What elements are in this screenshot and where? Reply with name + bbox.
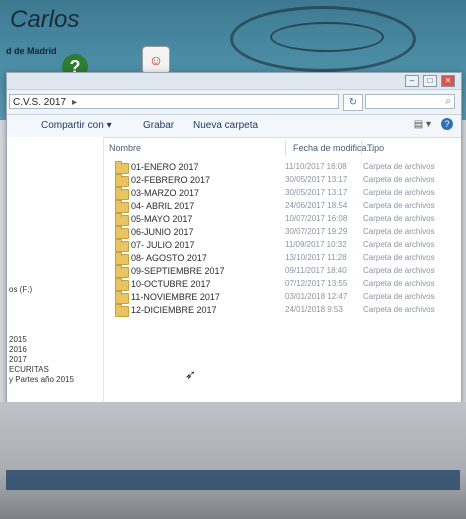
file-type: Carpeta de archivos [363,279,435,288]
folder-icon [115,252,129,265]
nav-item[interactable]: 2016 [9,345,27,354]
help-icon[interactable]: ? [441,118,453,130]
file-name: 03-MARZO 2017 [131,188,200,198]
file-type: Carpeta de archivos [363,253,435,262]
file-date: 10/07/2017 16:08 [285,214,348,223]
folder-icon [115,278,129,291]
file-type: Carpeta de archivos [363,201,435,210]
file-name: 11-NOVIEMBRE 2017 [131,292,220,302]
monitor-bezel [0,402,466,519]
file-row[interactable]: 01-ENERO 2017 11/10/2017 16:08 Carpeta de … [105,161,461,174]
file-type: Carpeta de archivos [363,214,435,223]
file-date: 07/12/2017 13:55 [285,279,348,288]
maximize-icon[interactable]: □ [423,75,437,87]
file-name: 08- AGOSTO 2017 [131,253,207,263]
folder-icon [115,161,129,174]
window-titlebar: – □ ✕ [7,73,461,90]
file-row[interactable]: 04- ABRIL 2017 24/06/2017 18:54 Carpeta de… [105,200,461,213]
share-with-button[interactable]: Compartir con ▾ [41,120,112,131]
file-date: 30/07/2017 19:29 [285,227,348,236]
file-date: 30/05/2017 13:17 [285,175,348,184]
window-controls: – □ ✕ [405,75,455,87]
file-name: 09-SEPTIEMBRE 2017 [131,266,225,276]
navigation-pane: os (F:) 2015 2016 2017 ECURITAS y Partes… [7,137,104,403]
file-date: 13/10/2017 11:28 [285,253,347,262]
file-name: 07- JULIO 2017 [131,240,195,250]
nav-item[interactable]: 2015 [9,335,27,344]
file-name: 02-FEBRERO 2017 [131,175,211,185]
view-options-icon[interactable]: ▤ ▾ [414,119,431,130]
file-name: 05-MAYO 2017 [131,214,193,224]
wallpaper-drawing-inner [270,22,384,52]
file-row[interactable]: 10-OCTUBRE 2017 07/12/2017 13:55 Carpeta d… [105,278,461,291]
column-divider[interactable] [361,141,362,155]
file-name: 10-OCTUBRE 2017 [131,279,211,289]
nav-item[interactable]: y Partes año 2015 [9,375,74,384]
file-row[interactable]: 02-FEBRERO 2017 30/05/2017 13:17 Carpeta d… [105,174,461,187]
search-icon: ⌕ [445,96,451,107]
folder-icon [115,226,129,239]
file-row[interactable]: 09-SEPTIEMBRE 2017 09/11/2017 18:40 Carpet… [105,265,461,278]
wallpaper-subtitle: d de Madrid [6,46,57,56]
file-type: Carpeta de archivos [363,188,435,197]
explorer-window: – □ ✕ C.V.S. 2017 ▸ ↻ ⌕ Compartir con ▾ G… [6,72,462,404]
file-type: Carpeta de archivos [363,240,435,249]
file-list: Nombre Fecha de modifica... Tipo 01-ENER… [105,137,461,403]
file-date: 24/01/2018 9:53 [285,305,343,314]
address-field[interactable]: C.V.S. 2017 ▸ [9,94,339,109]
column-header-type[interactable]: Tipo [367,143,384,153]
folder-icon [115,265,129,278]
folder-icon [115,200,129,213]
file-type: Carpeta de archivos [363,292,435,301]
folder-icon [115,174,129,187]
chevron-right-icon[interactable]: ▸ [72,97,77,108]
minimize-icon[interactable]: – [405,75,419,87]
folder-icon [115,187,129,200]
burn-button[interactable]: Grabar [143,120,174,131]
nav-item[interactable]: os (F:) [9,285,32,294]
file-date: 24/06/2017 18:54 [285,201,348,210]
file-name: 06-JUNIO 2017 [131,227,194,237]
file-name: 04- ABRIL 2017 [131,201,195,211]
file-row[interactable]: 03-MARZO 2017 30/05/2017 13:17 Carpeta de … [105,187,461,200]
file-date: 03/01/2018 12:47 [285,292,348,301]
command-toolbar: Compartir con ▾ Grabar Nueva carpeta ▤ ▾… [7,115,461,138]
mouse-cursor-icon: ➶ [185,367,196,382]
address-bar: C.V.S. 2017 ▸ ↻ ⌕ [7,90,461,115]
file-type: Carpeta de archivos [363,162,435,171]
file-name: 01-ENERO 2017 [131,162,199,172]
file-date: 09/11/2017 18:40 [285,266,347,275]
folder-icon [115,239,129,252]
column-header-name[interactable]: Nombre [109,143,141,153]
folder-icon [115,304,129,317]
file-name: 12-DICIEMBRE 2017 [131,305,217,315]
file-row[interactable]: 06-JUNIO 2017 30/07/2017 19:29 Carpeta de … [105,226,461,239]
file-type: Carpeta de archivos [363,266,435,275]
file-type: Carpeta de archivos [363,227,435,236]
file-row[interactable]: 12-DICIEMBRE 2017 24/01/2018 9:53 Carpeta … [105,304,461,317]
refresh-button[interactable]: ↻ [343,94,363,111]
file-row[interactable]: 11-NOVIEMBRE 2017 03/01/2018 12:47 Carpeta… [105,291,461,304]
folder-icon [115,291,129,304]
taskbar [6,470,460,490]
file-row[interactable]: 08- AGOSTO 2017 13/10/2017 11:28 Carpeta d… [105,252,461,265]
address-path: C.V.S. 2017 [13,97,67,108]
wallpaper-title: Carlos [10,6,80,33]
close-icon[interactable]: ✕ [441,75,455,87]
file-date: 11/09/2017 10:32 [285,240,347,249]
folder-icon [115,213,129,226]
file-date: 11/10/2017 16:08 [285,162,347,171]
file-type: Carpeta de archivos [363,175,435,184]
new-folder-button[interactable]: Nueva carpeta [193,120,258,131]
file-row[interactable]: 07- JULIO 2017 11/09/2017 10:32 Carpeta de… [105,239,461,252]
app-desktop-icon[interactable]: ☺ [142,46,170,74]
file-date: 30/05/2017 13:17 [285,188,348,197]
nav-item[interactable]: ECURITAS [9,365,49,374]
file-type: Carpeta de archivos [363,305,435,314]
column-divider[interactable] [285,141,286,155]
nav-item[interactable]: 2017 [9,355,27,364]
file-row[interactable]: 05-MAYO 2017 10/07/2017 16:08 Carpeta de a… [105,213,461,226]
search-input[interactable]: ⌕ [365,94,455,109]
